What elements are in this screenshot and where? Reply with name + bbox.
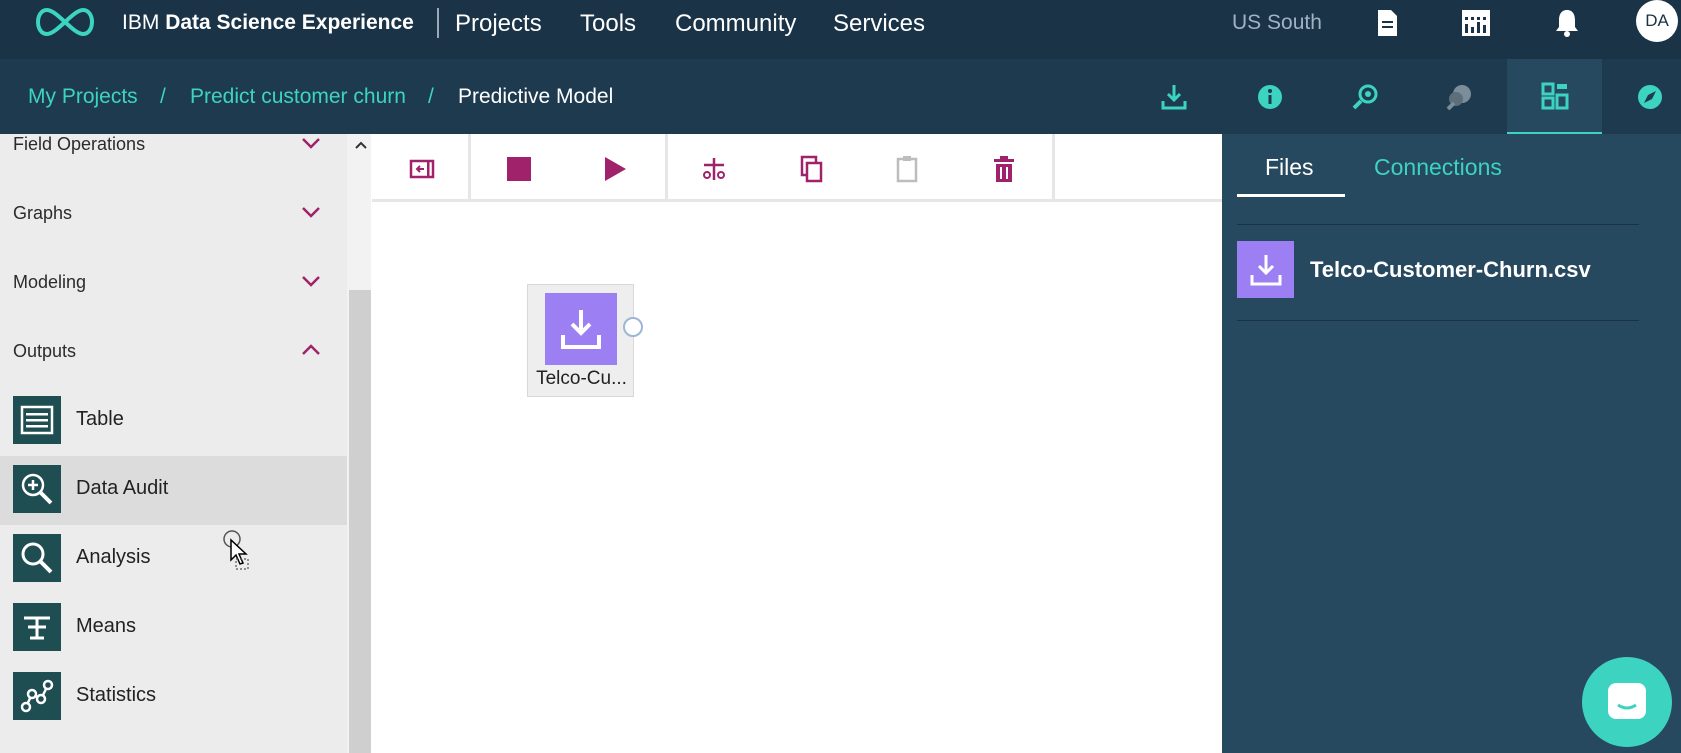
nav-link-tools[interactable]: Tools: [580, 10, 636, 38]
palette-icon: [1446, 84, 1471, 110]
canvas-toolbar: [372, 134, 1222, 202]
analysis-icon: [13, 534, 61, 582]
chevron-down-icon[interactable]: [301, 274, 321, 288]
toolbar-divider: [665, 134, 668, 202]
breadcrumb-current-flow: Predictive Model: [458, 85, 614, 108]
chevron-up-icon[interactable]: [301, 343, 321, 357]
palette-node-label: Table: [76, 408, 124, 430]
palette-node-label: Statistics: [76, 684, 157, 706]
copy-button[interactable]: [796, 154, 826, 184]
nav-link-services[interactable]: Services: [833, 10, 925, 38]
palette-scrollbar-thumb[interactable]: [349, 290, 371, 753]
data-asset-icon: [545, 293, 617, 365]
run-button[interactable]: [600, 154, 630, 184]
paste-icon: [896, 156, 918, 183]
palette-node-statistics[interactable]: Statistics: [0, 663, 347, 732]
palette-node-label: Analysis: [76, 546, 151, 568]
chat-support-button[interactable]: [1582, 657, 1672, 747]
toolbar-divider: [1052, 134, 1055, 202]
brand-name: Data Science Experience: [165, 11, 414, 34]
info-icon: [1257, 84, 1282, 109]
palette-node-table[interactable]: Table: [0, 387, 347, 456]
category-label: Graphs: [13, 203, 73, 223]
nav-link-projects[interactable]: Projects: [455, 10, 542, 38]
palette-node-data-audit[interactable]: Data Audit: [0, 456, 347, 525]
brand-title[interactable]: IBM Data Science Experience: [122, 11, 414, 35]
flow-canvas[interactable]: [372, 205, 1222, 753]
brand-prefix: IBM: [122, 11, 160, 34]
category-label: Field Operations: [13, 134, 146, 154]
tab-files[interactable]: Files: [1265, 154, 1314, 181]
stop-icon: [507, 157, 531, 181]
tab-palette[interactable]: [1412, 59, 1507, 134]
node-palette: Field Operations Graphs Modeling Outputs…: [0, 134, 347, 753]
table-icon: [13, 396, 61, 444]
cut-icon: [703, 158, 725, 180]
tab-compass[interactable]: [1602, 59, 1681, 134]
breadcrumb-my-projects[interactable]: My Projects: [28, 85, 138, 109]
user-avatar[interactable]: DA: [1636, 0, 1678, 42]
document-icon[interactable]: [1371, 7, 1403, 39]
notification-bell-icon[interactable]: [1551, 7, 1583, 39]
statistics-icon: [13, 672, 61, 720]
toolbar-divider: [468, 134, 471, 202]
nav-divider: [437, 8, 439, 38]
breadcrumb: My Projects / Predict customer churn / P…: [0, 59, 1222, 134]
data-audit-icon: [13, 465, 61, 513]
category-label: Modeling: [13, 272, 87, 292]
breadcrumb-project[interactable]: Predict customer churn: [190, 85, 406, 109]
active-tab-indicator: [1237, 194, 1345, 197]
stop-button[interactable]: [504, 154, 534, 184]
file-name: Telco-Customer-Churn.csv: [1310, 257, 1591, 282]
tab-find-data[interactable]: [1507, 59, 1602, 134]
canvas-node-data-asset[interactable]: Telco-Cu...: [527, 284, 634, 397]
compass-icon: [1637, 84, 1662, 109]
right-panel-tab-bar: [1222, 59, 1681, 134]
nav-link-community[interactable]: Community: [675, 10, 796, 38]
scroll-up-icon[interactable]: [354, 140, 368, 150]
toggle-palette-icon: [409, 159, 435, 179]
canvas-node-label: Telco-Cu...: [536, 368, 627, 389]
toggle-palette-button[interactable]: [407, 154, 437, 184]
find-data-icon: [1541, 82, 1568, 109]
delete-icon: [994, 156, 1014, 182]
category-modeling[interactable]: Modeling: [0, 272, 347, 341]
download-flow-icon[interactable]: [1160, 83, 1188, 111]
tab-connections[interactable]: Connections: [1374, 154, 1502, 181]
breadcrumb-separator: /: [428, 85, 434, 108]
category-graphs[interactable]: Graphs: [0, 203, 347, 272]
palette-node-analysis[interactable]: Analysis: [0, 525, 347, 594]
chevron-down-icon[interactable]: [301, 136, 321, 150]
palette-node-means[interactable]: Means: [0, 594, 347, 663]
breadcrumb-separator: /: [160, 85, 166, 108]
file-list-item[interactable]: Telco-Customer-Churn.csv: [1222, 225, 1624, 302]
region-selector[interactable]: US South: [1232, 11, 1322, 35]
output-port[interactable]: [623, 317, 643, 337]
means-icon: [13, 603, 61, 651]
category-field-operations[interactable]: Field Operations: [0, 134, 347, 203]
paste-button[interactable]: [892, 154, 922, 184]
data-refine-icon: [1352, 84, 1377, 109]
top-navigation-bar: IBM Data Science Experience Projects Too…: [0, 0, 1681, 59]
run-icon: [605, 157, 626, 181]
delete-button[interactable]: [989, 154, 1019, 184]
tab-info[interactable]: [1222, 59, 1317, 134]
chevron-down-icon[interactable]: [301, 205, 321, 219]
download-icon[interactable]: [1237, 241, 1294, 298]
drag-cursor-icon: [223, 530, 249, 570]
divider: [1237, 320, 1639, 321]
category-label: Outputs: [13, 341, 77, 361]
tab-data-refine[interactable]: [1317, 59, 1412, 134]
palette-node-label: Data Audit: [76, 477, 169, 499]
dsx-logo-icon[interactable]: [30, 6, 100, 38]
copy-icon: [800, 155, 823, 183]
chat-icon: [1608, 683, 1646, 719]
palette-node-label: Means: [76, 615, 137, 637]
cut-button[interactable]: [699, 154, 729, 184]
catalog-grid-icon[interactable]: [1460, 7, 1492, 39]
